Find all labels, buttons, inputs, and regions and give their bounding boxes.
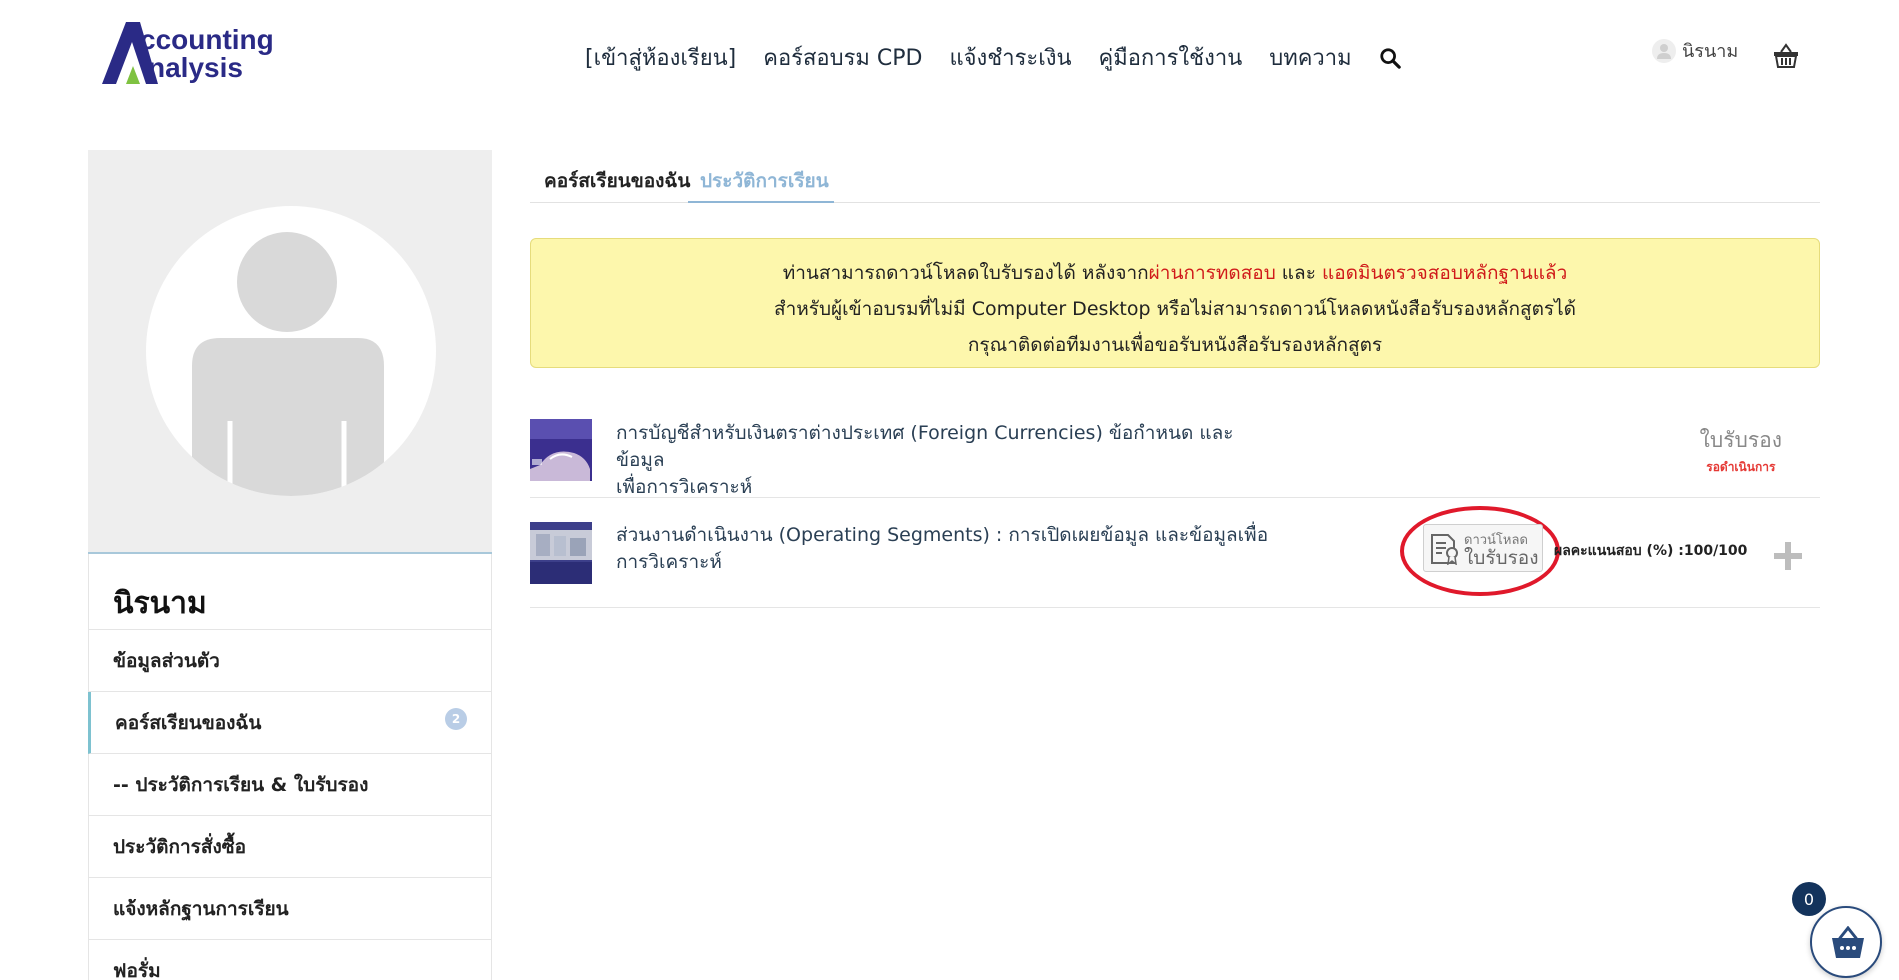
cart-icon[interactable] <box>1772 42 1800 70</box>
nav-cpd-courses[interactable]: คอร์สอบรม CPD <box>763 40 922 75</box>
nav-classroom[interactable]: [เข้าสู่ห้องเรียน] <box>585 40 736 75</box>
notice-line-1: ท่านสามารถดาวน์โหลดใบรับรองได้ หลังจากผ่… <box>531 255 1819 291</box>
profile-name: นิรนาม <box>88 554 492 630</box>
sidebar-item-label: ประวัติการสั่งซื้อ <box>113 835 247 858</box>
course-title-line: เพื่อการวิเคราะห์ <box>616 476 753 498</box>
search-icon[interactable] <box>1379 47 1401 69</box>
nav-articles[interactable]: บทความ <box>1269 40 1351 75</box>
course-title-operating-segments[interactable]: ส่วนงานดำเนินงาน (Operating Segments) : … <box>616 522 1276 576</box>
logo-line-1: ccounting <box>140 24 274 55</box>
sidebar: นิรนาม ข้อมูลส่วนตัว คอร์สเรียนของฉัน 2 … <box>88 150 492 980</box>
content-tabs: คอร์สเรียนของฉัน ประวัติการเรียน <box>530 160 1820 203</box>
user-menu[interactable]: นิรนาม <box>1652 36 1738 65</box>
notice-line-3: กรุณาติดต่อทีมงานเพื่อขอรับหนังสือรับรอง… <box>967 334 1383 356</box>
sidebar-item-label: คอร์สเรียนของฉัน <box>115 711 262 734</box>
sidebar-item-study-evidence[interactable]: แจ้งหลักฐานการเรียน <box>88 878 492 940</box>
course-title-line: การวิเคราะห์ <box>616 551 722 573</box>
basket-icon <box>1832 926 1864 958</box>
notice-highlight-passed-test: ผ่านการทดสอบ <box>1148 262 1276 284</box>
sidebar-item-label: ข้อมูลส่วนตัว <box>113 649 220 672</box>
certificate-label: ใบรับรอง <box>1464 547 1539 569</box>
notice-line-2: สำหรับผู้เข้าอบรมที่ไม่มี Computer Deskt… <box>773 298 1577 320</box>
sidebar-item-history-certificates[interactable]: -- ประวัติการเรียน & ใบรับรอง <box>88 754 492 816</box>
course-thumbnail[interactable] <box>530 419 592 481</box>
course-title-line: ส่วนงานดำเนินงาน (Operating Segments) : … <box>616 524 1269 546</box>
course-title-foreign-currencies[interactable]: การบัญชีสำหรับเงินตราต่างประเทศ (Foreign… <box>616 420 1276 501</box>
tab-study-history[interactable]: ประวัติการเรียน <box>700 166 829 196</box>
course-count-badge: 2 <box>445 708 467 730</box>
logo[interactable]: ccounting nalysis <box>100 20 274 86</box>
course-row: ส่วนงานดำเนินงาน (Operating Segments) : … <box>530 498 1820 608</box>
course-row: การบัญชีสำหรับเงินตราต่างประเทศ (Foreign… <box>530 402 1820 498</box>
tab-my-courses[interactable]: คอร์สเรียนของฉัน <box>544 166 690 196</box>
notice-text: และ <box>1275 262 1322 284</box>
certificate-notice: ท่านสามารถดาวน์โหลดใบรับรองได้ หลังจากผ่… <box>530 238 1820 368</box>
certificate-status: ใบรับรอง รอดำเนินการ <box>1700 424 1782 477</box>
certificate-document-icon <box>1431 534 1458 565</box>
certificate-label: ใบรับรอง <box>1699 428 1782 452</box>
sidebar-item-profile[interactable]: ข้อมูลส่วนตัว <box>88 630 492 692</box>
avatar[interactable] <box>146 206 436 496</box>
course-title-line: การบัญชีสำหรับเงินตราต่างประเทศ (Foreign… <box>616 422 1234 471</box>
sidebar-item-label: แจ้งหลักฐานการเรียน <box>113 897 289 920</box>
sidebar-item-forum[interactable]: ฟอรั่ม <box>88 940 492 980</box>
notice-highlight-admin-verified: แอดมินตรวจสอบหลักฐานแล้ว <box>1321 262 1568 284</box>
sidebar-item-label: -- ประวัติการเรียน & ใบรับรอง <box>113 773 369 796</box>
user-name: นิรนาม <box>1682 41 1739 62</box>
profile-avatar-panel <box>88 150 492 554</box>
notice-text: ท่านสามารถดาวน์โหลดใบรับรองได้ หลังจาก <box>782 262 1149 284</box>
expand-plus-icon[interactable] <box>1772 540 1804 572</box>
active-tab-indicator <box>688 201 834 203</box>
user-icon <box>1652 38 1676 63</box>
floating-cart-button[interactable] <box>1810 906 1882 978</box>
cart-count-badge: 0 <box>1792 882 1826 916</box>
sidebar-item-label: ฟอรั่ม <box>113 959 161 980</box>
exam-score: ผลคะแนนสอบ (%) :100/100 <box>1554 543 1748 559</box>
nav-payment[interactable]: แจ้งชำระเงิน <box>949 40 1071 75</box>
download-certificate-button[interactable]: ดาวน์โหลด ใบรับรอง <box>1423 524 1543 572</box>
sidebar-item-order-history[interactable]: ประวัติการสั่งซื้อ <box>88 816 492 878</box>
course-thumbnail[interactable] <box>530 522 592 584</box>
nav-manual[interactable]: คู่มือการใช้งาน <box>1099 40 1243 75</box>
sidebar-item-my-courses[interactable]: คอร์สเรียนของฉัน 2 <box>88 692 492 754</box>
logo-text: ccounting nalysis <box>140 26 274 82</box>
logo-line-2: nalysis <box>148 52 243 83</box>
main-nav: [เข้าสู่ห้องเรียน] คอร์สอบรม CPD แจ้งชำร… <box>585 40 1401 75</box>
certificate-pending-status: รอดำเนินการ <box>1706 460 1776 474</box>
